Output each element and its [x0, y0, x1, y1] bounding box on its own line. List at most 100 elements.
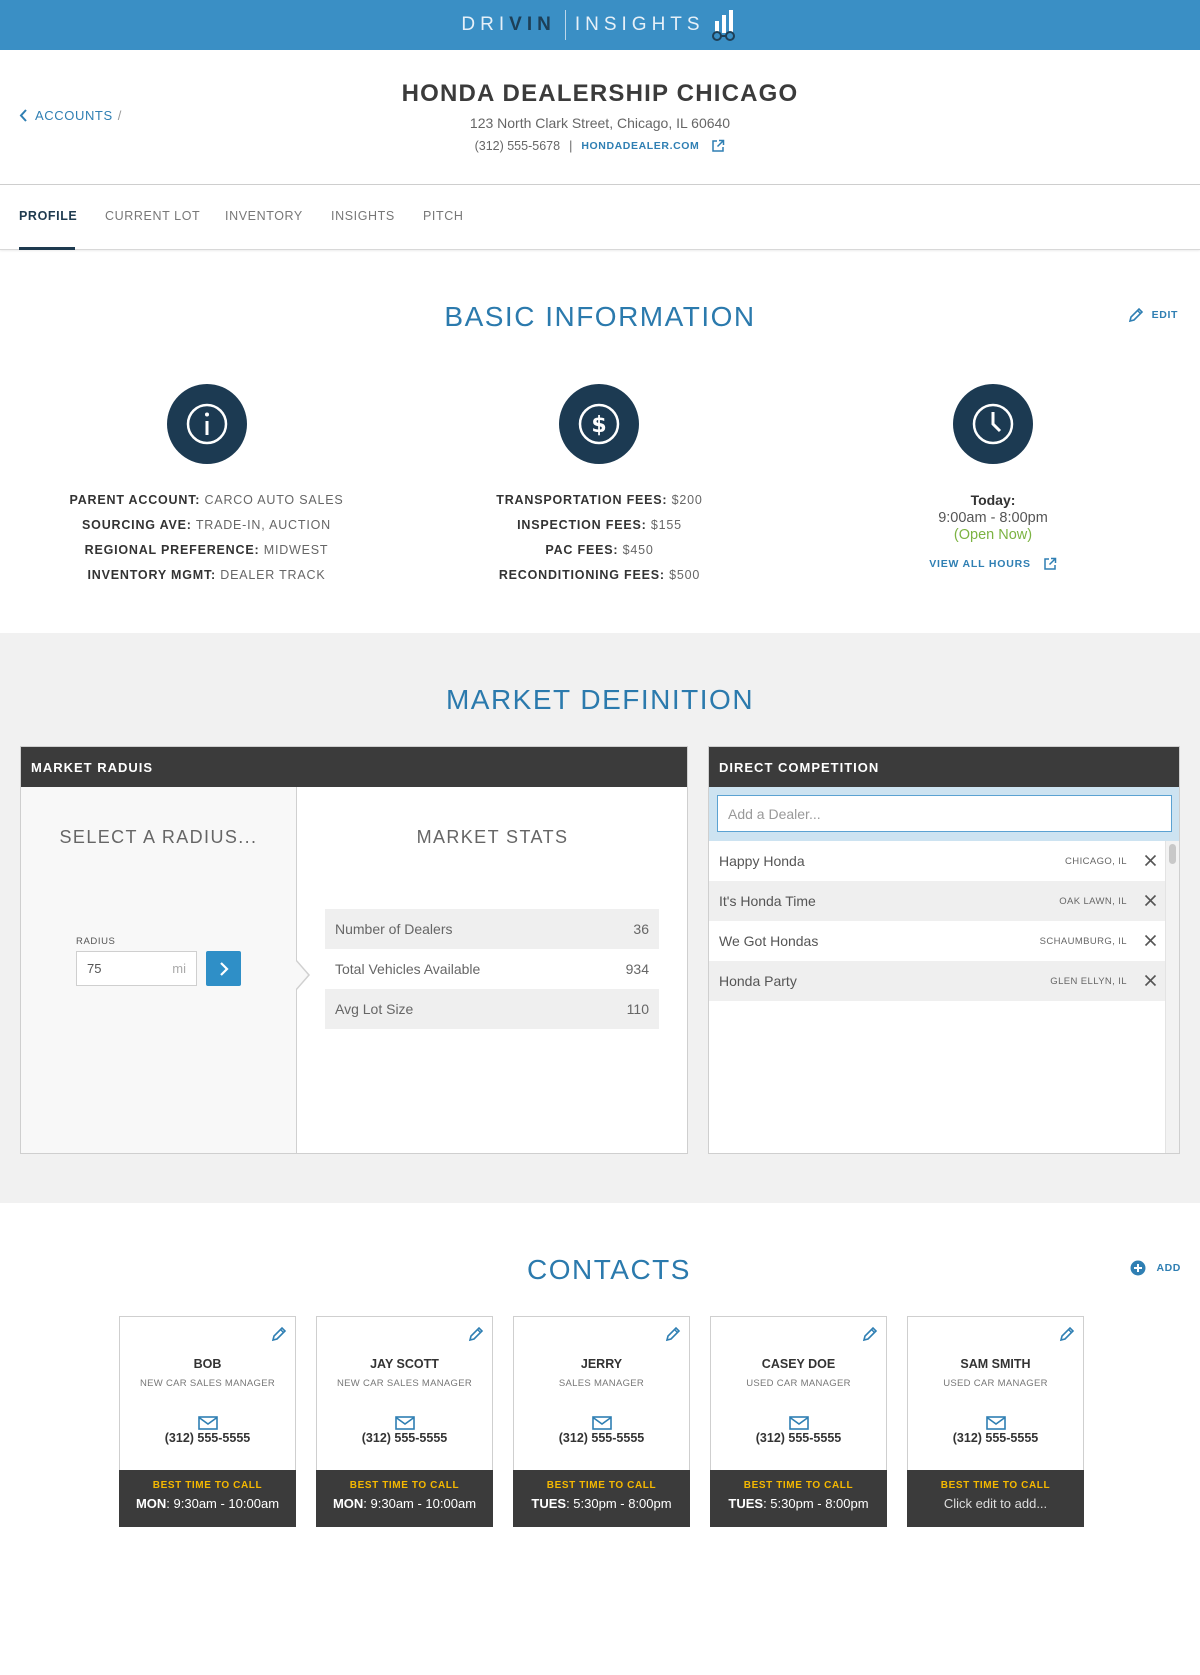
- mail-icon[interactable]: [395, 1416, 415, 1430]
- apply-radius-button[interactable]: [206, 951, 241, 986]
- contact-role: USED CAR MANAGER: [943, 1378, 1048, 1389]
- contact-card: JERRY SALES MANAGER (312) 555-5555 BEST …: [513, 1316, 690, 1527]
- select-radius-title: SELECT A RADIUS...: [59, 827, 258, 847]
- brand-divider: [564, 10, 566, 40]
- hours-block: Today: 9:00am - 8:00pm (Open Now) VIEW A…: [868, 492, 1118, 571]
- contact-phone: (312) 555-5555: [755, 1431, 842, 1445]
- list-item[interactable]: Happy Honda CHICAGO, IL: [709, 841, 1167, 881]
- info-circle-icon: [167, 384, 247, 464]
- hours-today-label: Today:: [970, 492, 1016, 508]
- fee-row: INSPECTION FEES: $155: [517, 518, 682, 532]
- external-link-icon[interactable]: [711, 139, 725, 153]
- list-item[interactable]: We Got Hondas SCHAUMBURG, IL: [709, 921, 1167, 961]
- contacts-title: CONTACTS: [527, 1254, 691, 1285]
- mail-icon[interactable]: [592, 1416, 612, 1430]
- scrollbar-thumb[interactable]: [1169, 844, 1176, 864]
- competitor-location: SCHAUMBURG, IL: [1039, 936, 1127, 947]
- top-bar: DRIVIN INSIGHTS: [0, 0, 1200, 50]
- best-time-value: MON: 9:30am - 10:00am: [332, 1496, 477, 1511]
- add-dealer-input[interactable]: Add a Dealer...: [717, 795, 1172, 832]
- radius-label: RADIUS: [76, 936, 116, 947]
- contact-card: JAY SCOTT NEW CAR SALES MANAGER (312) 55…: [316, 1316, 493, 1527]
- clock-icon: [953, 384, 1033, 464]
- contact-card: BOB NEW CAR SALES MANAGER (312) 555-5555…: [119, 1316, 296, 1527]
- pencil-icon[interactable]: [862, 1326, 878, 1342]
- pencil-icon[interactable]: [271, 1326, 287, 1342]
- best-time-value: MON: 9:30am - 10:00am: [135, 1496, 280, 1511]
- mail-icon[interactable]: [789, 1416, 809, 1430]
- tab-current-lot[interactable]: CURRENT LOT: [105, 209, 200, 223]
- radius-selector: SELECT A RADIUS... RADIUS 75 mi: [21, 787, 297, 1153]
- contact-card: CASEY DOE USED CAR MANAGER (312) 555-555…: [710, 1316, 887, 1527]
- chevron-right-icon: [219, 961, 229, 976]
- contact-phone: (312) 555-5555: [952, 1431, 1039, 1445]
- pencil-icon[interactable]: [665, 1326, 681, 1342]
- active-tab-indicator: [19, 247, 75, 250]
- mail-icon[interactable]: [986, 1416, 1006, 1430]
- contact-separator: |: [569, 139, 573, 153]
- dealer-website-link[interactable]: HONDADEALER.COM: [581, 140, 699, 152]
- close-icon[interactable]: [1144, 894, 1157, 907]
- competitor-name: Honda Party: [719, 973, 797, 989]
- market-stats-title: MARKET STATS: [416, 827, 569, 847]
- brand-drivin: DRIVIN: [461, 14, 556, 35]
- pencil-icon: [1128, 307, 1143, 323]
- add-contact-button[interactable]: ADD: [1130, 1260, 1181, 1276]
- list-item[interactable]: It's Honda Time OAK LAWN, IL: [709, 881, 1167, 921]
- mail-icon[interactable]: [198, 1416, 218, 1430]
- contact-phone: (312) 555-5555: [361, 1431, 448, 1445]
- contact-phone: (312) 555-5555: [558, 1431, 645, 1445]
- contact-role: SALES MANAGER: [558, 1378, 645, 1389]
- fee-details: TRANSPORTATION FEES: $200 INSPECTION FEE…: [433, 488, 766, 588]
- market-definition-title: MARKET DEFINITION: [445, 684, 755, 715]
- contact-name: CASEY DOE: [761, 1357, 836, 1371]
- tab-bar: PROFILE CURRENT LOT INVENTORY INSIGHTS P…: [0, 185, 1200, 250]
- competitor-list-scrollbar[interactable]: [1165, 841, 1179, 1153]
- tab-profile[interactable]: PROFILE: [19, 209, 77, 223]
- view-all-hours-link[interactable]: VIEW ALL HOURS: [868, 557, 1118, 571]
- edit-basic-info-button[interactable]: EDIT: [1128, 307, 1178, 323]
- close-icon[interactable]: [1144, 854, 1157, 867]
- hours-range: 9:00am - 8:00pm: [938, 510, 1048, 526]
- contact-name: BOB: [193, 1357, 222, 1371]
- account-detail-row: REGIONAL PREFERENCE: MIDWEST: [84, 543, 329, 557]
- dealer-address: 123 North Clark Street, Chicago, IL 6064…: [469, 115, 731, 131]
- page-title: HONDA DEALERSHIP CHICAGO: [401, 80, 799, 107]
- stat-row: Total Vehicles Available 934: [335, 961, 649, 977]
- market-stats: MARKET STATS Number of Dealers 36 Total V…: [298, 787, 687, 1153]
- list-item[interactable]: Honda Party GLEN ELLYN, IL: [709, 961, 1167, 1001]
- close-icon[interactable]: [1144, 934, 1157, 947]
- best-time-footer: BEST TIME TO CALL MON: 9:30am - 10:00am: [119, 1470, 296, 1527]
- competitor-name: We Got Hondas: [719, 933, 819, 949]
- account-detail-row: PARENT ACCOUNT: CARCO AUTO SALES: [69, 493, 344, 507]
- tab-inventory[interactable]: INVENTORY: [225, 209, 303, 223]
- market-radius-header: MARKET RADUIS: [21, 747, 687, 787]
- account-details: PARENT ACCOUNT: CARCO AUTO SALES SOURCIN…: [40, 488, 373, 588]
- brand-logo[interactable]: DRIVIN INSIGHTS: [0, 0, 1200, 50]
- add-dealer-bar: Add a Dealer...: [709, 787, 1179, 841]
- svg-text:$: $: [591, 413, 606, 438]
- contact-name: JAY SCOTT: [370, 1357, 439, 1371]
- contact-card: SAM SMITH USED CAR MANAGER (312) 555-555…: [907, 1316, 1084, 1527]
- competitor-location: OAK LAWN, IL: [1059, 896, 1127, 907]
- best-time-footer: BEST TIME TO CALL TUES: 5:30pm - 8:00pm: [710, 1470, 887, 1527]
- direct-competition-panel: DIRECT COMPETITION Add a Dealer... Happy…: [708, 746, 1180, 1154]
- best-time-label: BEST TIME TO CALL: [743, 1480, 854, 1491]
- pencil-icon[interactable]: [1059, 1326, 1075, 1342]
- best-time-footer: BEST TIME TO CALL Click edit to add...: [907, 1470, 1084, 1527]
- competitor-name: Happy Honda: [719, 853, 805, 869]
- competitor-location: CHICAGO, IL: [1065, 856, 1127, 867]
- account-detail-row: INVENTORY MGMT: DEALER TRACK: [87, 568, 326, 582]
- close-icon[interactable]: [1144, 974, 1157, 987]
- best-time-footer: BEST TIME TO CALL TUES: 5:30pm - 8:00pm: [513, 1470, 690, 1527]
- external-link-icon: [1044, 557, 1057, 570]
- contact-name: JERRY: [580, 1357, 623, 1371]
- stat-row: Number of Dealers 36: [325, 909, 659, 949]
- tab-insights[interactable]: INSIGHTS: [331, 209, 395, 223]
- radius-input[interactable]: 75 mi: [76, 951, 197, 986]
- pencil-icon[interactable]: [468, 1326, 484, 1342]
- best-time-footer: BEST TIME TO CALL MON: 9:30am - 10:00am: [316, 1470, 493, 1527]
- best-time-value: TUES: 5:30pm - 8:00pm: [531, 1496, 672, 1511]
- contact-phone: (312) 555-5555: [164, 1431, 251, 1445]
- tab-pitch[interactable]: PITCH: [423, 209, 464, 223]
